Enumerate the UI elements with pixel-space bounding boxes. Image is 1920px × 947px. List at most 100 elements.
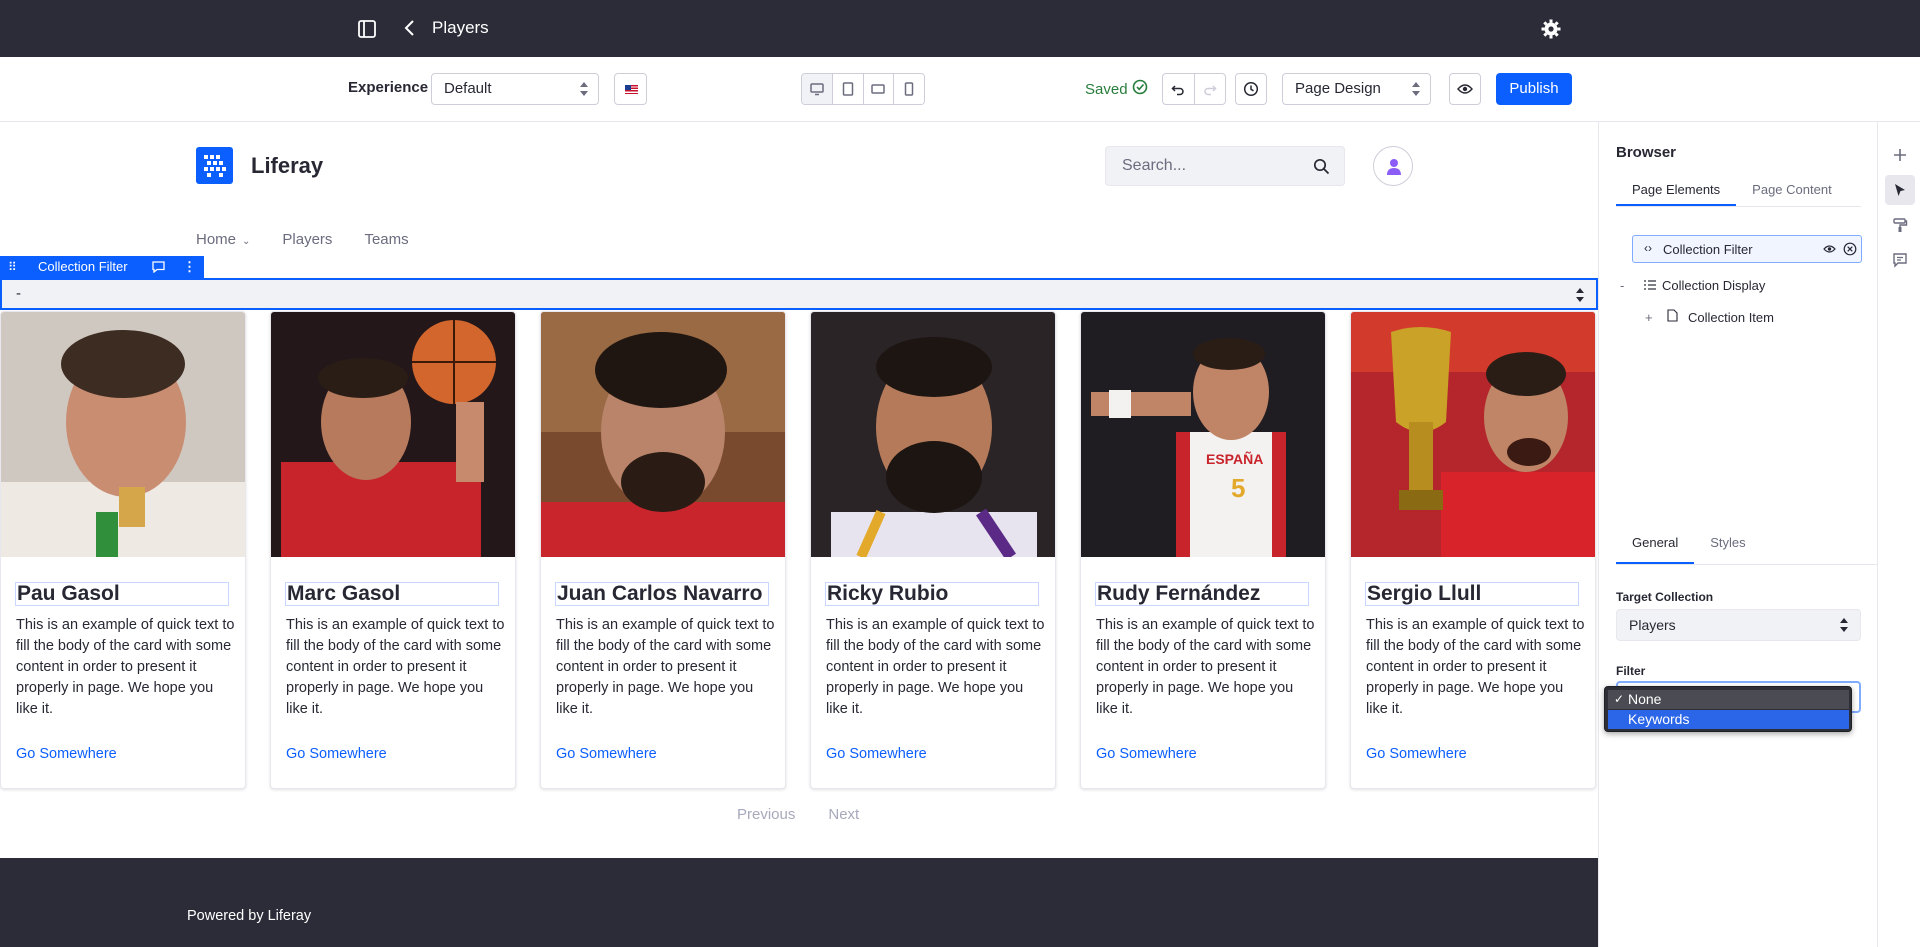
sidebar-toggle-icon[interactable] xyxy=(356,18,378,40)
tree-item-collection-display[interactable]: Collection Display xyxy=(1662,278,1765,293)
tablet-view-button[interactable] xyxy=(832,74,864,104)
cursor-icon xyxy=(1895,184,1905,196)
redo-button[interactable] xyxy=(1195,74,1226,104)
desktop-view-button[interactable] xyxy=(802,74,833,104)
card-text: This is an example of quick text to fill… xyxy=(286,617,505,717)
chevron-down-icon: ⌄ xyxy=(242,236,251,247)
gear-icon[interactable] xyxy=(1540,18,1562,40)
site-search-input[interactable]: Search... xyxy=(1105,146,1345,186)
nav-item-teams[interactable]: Teams xyxy=(364,231,408,248)
player-card: Juan Carlos Navarro This is an example o… xyxy=(540,311,786,789)
comment-icon xyxy=(1893,253,1907,268)
options-kebab-icon[interactable]: ⋮ xyxy=(183,256,196,278)
filter-option-label: Keywords xyxy=(1628,711,1690,727)
undo-redo-group xyxy=(1162,73,1226,105)
player-card: Marc Gasol This is an example of quick t… xyxy=(270,311,516,789)
select-arrows-icon xyxy=(1412,82,1420,96)
player-photo xyxy=(811,312,1055,557)
desktop-icon xyxy=(810,83,824,96)
tab-page-content[interactable]: Page Content xyxy=(1736,182,1848,206)
card-link[interactable]: Go Somewhere xyxy=(16,746,117,762)
page-design-options-button[interactable] xyxy=(1885,210,1915,240)
filter-option-label: None xyxy=(1628,691,1662,707)
collection-filter-topper[interactable]: ⠿ Collection Filter ⋮ xyxy=(0,256,204,278)
player-photo: ESPAÑA 5 xyxy=(1081,312,1325,557)
player-photo xyxy=(1,312,245,557)
comments-button[interactable] xyxy=(1885,245,1915,275)
user-avatar[interactable] xyxy=(1373,146,1413,186)
expand-icon[interactable]: + xyxy=(1645,310,1653,325)
page-title: Players xyxy=(432,18,489,37)
check-circle-icon xyxy=(1132,79,1148,95)
nav-item-players[interactable]: Players xyxy=(282,231,332,248)
us-flag-icon xyxy=(625,85,638,94)
card-link[interactable]: Go Somewhere xyxy=(556,746,657,762)
card-title: Ricky Rubio xyxy=(825,582,1039,606)
experience-value: Default xyxy=(444,80,492,97)
comment-icon[interactable] xyxy=(152,261,165,273)
card-text: This is an example of quick text to fill… xyxy=(826,617,1045,717)
experience-select[interactable]: Default xyxy=(431,73,599,105)
card-text: This is an example of quick text to fill… xyxy=(556,617,775,717)
collection-filter-select[interactable]: - xyxy=(0,278,1598,310)
card-link[interactable]: Go Somewhere xyxy=(1366,746,1467,762)
site-name[interactable]: Liferay xyxy=(251,153,323,179)
nav-item-home[interactable]: Home ⌄ xyxy=(196,231,250,248)
filter-option-none[interactable]: ✓ None xyxy=(1608,690,1849,709)
plus-icon xyxy=(1894,149,1906,161)
card-text: This is an example of quick text to fill… xyxy=(1366,617,1585,717)
history-icon xyxy=(1243,81,1259,97)
tree-item-collection-filter[interactable]: ‹› Collection Filter xyxy=(1632,235,1862,263)
tab-styles[interactable]: Styles xyxy=(1694,535,1761,564)
svg-text:ESPAÑA: ESPAÑA xyxy=(1206,450,1263,467)
browser-button[interactable] xyxy=(1885,175,1915,205)
card-link[interactable]: Go Somewhere xyxy=(826,746,927,762)
landscape-icon xyxy=(871,84,886,94)
select-arrows-icon xyxy=(1576,288,1584,302)
config-tabs: General Styles xyxy=(1616,535,1878,565)
previous-button[interactable]: Previous xyxy=(737,806,795,823)
document-icon xyxy=(1667,309,1678,322)
liferay-logo[interactable] xyxy=(196,147,233,184)
language-selector-button[interactable] xyxy=(614,73,647,105)
search-placeholder: Search... xyxy=(1122,157,1187,174)
drag-handle-icon[interactable]: ⠿ xyxy=(8,256,17,278)
filter-option-keywords[interactable]: Keywords xyxy=(1608,710,1849,729)
card-title: Pau Gasol xyxy=(15,582,229,606)
back-chevron-icon[interactable] xyxy=(400,16,420,40)
search-icon[interactable] xyxy=(1313,158,1330,175)
landscape-view-button[interactable] xyxy=(863,74,895,104)
add-fragments-button[interactable] xyxy=(1885,140,1915,170)
check-icon: ✓ xyxy=(1614,692,1625,706)
pagination: Previous Next xyxy=(737,806,859,823)
tab-general[interactable]: General xyxy=(1616,535,1695,564)
site-footer: Powered by Liferay xyxy=(0,858,1598,947)
redo-icon xyxy=(1204,85,1217,96)
undo-button[interactable] xyxy=(1163,74,1195,104)
player-photo xyxy=(271,312,515,557)
filter-label: Filter xyxy=(1616,664,1646,678)
eye-icon[interactable] xyxy=(1823,244,1836,254)
tablet-icon xyxy=(842,82,853,96)
browser-panel: Browser Page Elements Page Content ‹› Co… xyxy=(1598,122,1878,947)
nav-home-label: Home xyxy=(196,231,237,248)
remove-circle-icon[interactable] xyxy=(1843,242,1857,256)
card-link[interactable]: Go Somewhere xyxy=(286,746,387,762)
target-collection-select[interactable]: Players xyxy=(1616,609,1861,641)
card-link[interactable]: Go Somewhere xyxy=(1096,746,1197,762)
device-preview-group xyxy=(801,73,925,105)
mobile-view-button[interactable] xyxy=(894,74,924,104)
powered-by-text: Powered by Liferay xyxy=(187,908,312,924)
collapse-icon[interactable]: - xyxy=(1620,278,1624,293)
history-button[interactable] xyxy=(1235,73,1267,105)
tab-page-elements[interactable]: Page Elements xyxy=(1616,182,1737,206)
card-title: Marc Gasol xyxy=(285,582,499,606)
undo-icon xyxy=(1171,85,1184,96)
preview-button[interactable] xyxy=(1449,73,1481,105)
next-button[interactable]: Next xyxy=(828,806,859,823)
mode-select[interactable]: Page Design xyxy=(1282,73,1431,105)
player-card: ESPAÑA 5 Rudy Fernández This is an examp… xyxy=(1080,311,1326,789)
tree-item-collection-item[interactable]: Collection Item xyxy=(1688,310,1774,325)
saved-status: Saved xyxy=(1085,81,1128,98)
publish-button[interactable]: Publish xyxy=(1496,73,1572,105)
